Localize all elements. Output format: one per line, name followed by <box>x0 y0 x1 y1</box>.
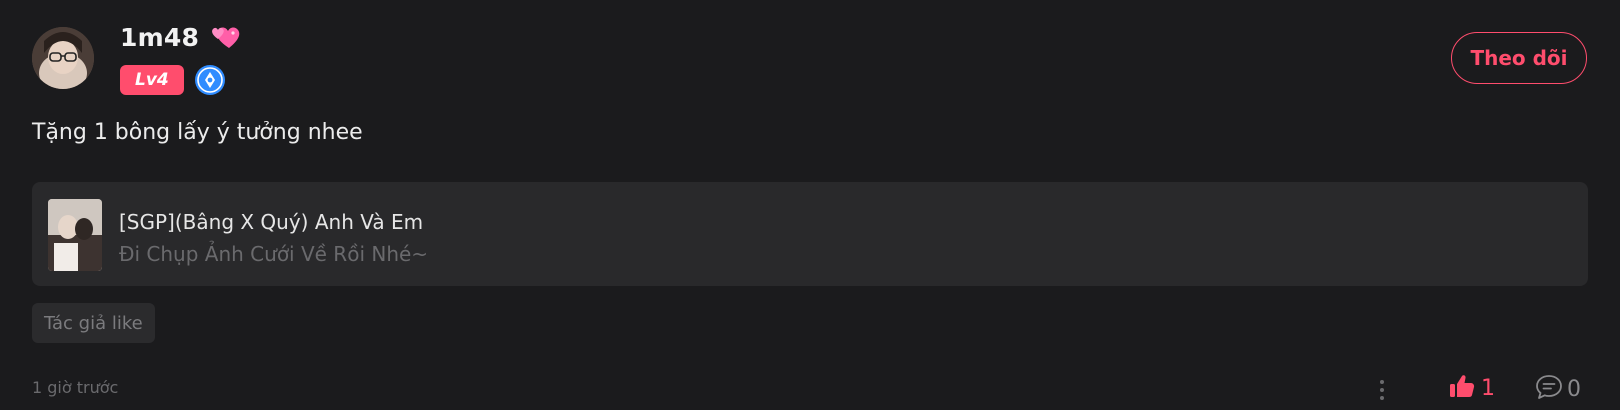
comment-post: 1m48 Lv4 Theo dõi Tặng 1 bông lấy ý tưởn… <box>0 0 1620 410</box>
song-title: [SGP](Bâng X Quý) Anh Và Em <box>119 210 424 234</box>
creator-badge-icon <box>194 64 226 96</box>
username[interactable]: 1m48 <box>120 23 199 52</box>
song-card[interactable]: [SGP](Bâng X Quý) Anh Và Em Đi Chụp Ảnh … <box>32 182 1588 286</box>
follow-button[interactable]: Theo dõi <box>1451 32 1587 84</box>
comment-bubble-icon <box>1535 374 1563 404</box>
comment-count: 0 <box>1567 376 1581 402</box>
author-like-tag: Tác giả like <box>32 303 155 343</box>
song-thumbnail <box>48 199 102 271</box>
badge-row: Lv4 <box>120 64 226 96</box>
like-button[interactable]: 1 <box>1449 374 1495 402</box>
song-subtitle: Đi Chụp Ảnh Cưới Về Rồi Nhé~ <box>119 242 429 266</box>
comment-button[interactable]: 0 <box>1535 374 1581 404</box>
avatar[interactable] <box>32 27 94 89</box>
level-badge: Lv4 <box>120 65 184 95</box>
more-vertical-icon[interactable] <box>1378 378 1386 402</box>
two-hearts-icon <box>209 22 243 52</box>
timestamp: 1 giờ trước <box>32 378 119 397</box>
avatar-image <box>32 27 94 89</box>
username-row: 1m48 <box>120 22 243 52</box>
like-count: 1 <box>1481 375 1495 401</box>
thumbs-up-icon <box>1449 374 1475 402</box>
comment-text: Tặng 1 bông lấy ý tưởng nhee <box>32 120 363 145</box>
